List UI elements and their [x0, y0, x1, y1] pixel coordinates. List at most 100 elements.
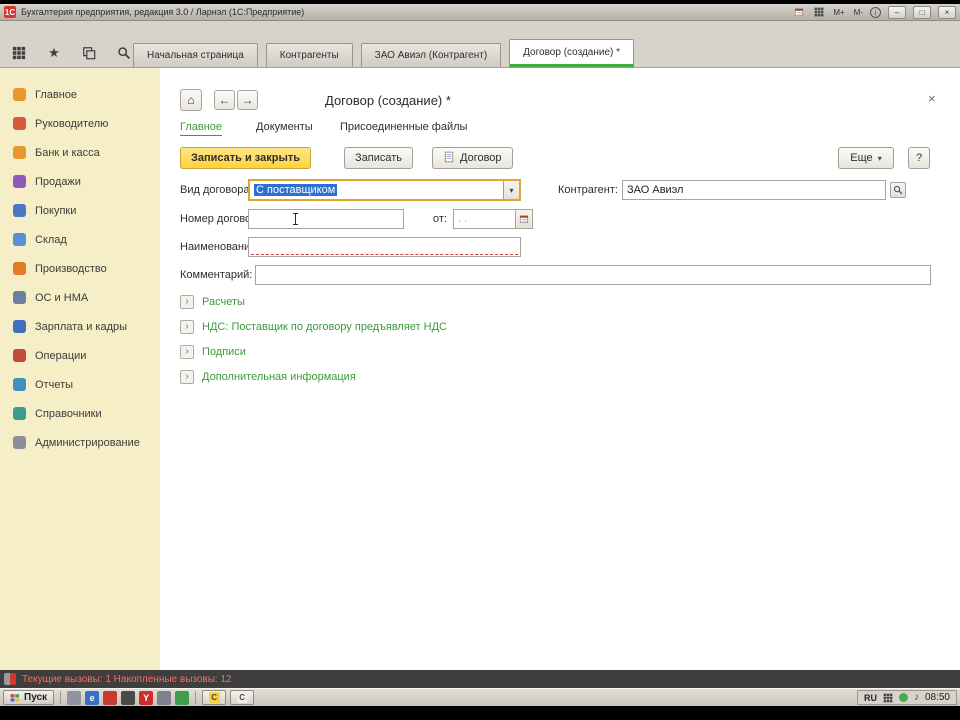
contract-button[interactable]: Договор: [432, 147, 513, 169]
main-menu-icon[interactable]: [8, 44, 30, 62]
start-button[interactable]: Пуск: [3, 690, 55, 705]
memory-plus-button[interactable]: M+: [831, 8, 846, 17]
tab-strip: ★ Начальная страница Контрагенты ЗАО Ави…: [0, 21, 960, 68]
administration-section-icon: [13, 436, 26, 449]
directories-section-icon: [13, 407, 26, 420]
home-button[interactable]: ⌂: [180, 89, 202, 111]
calculator-icon[interactable]: [811, 6, 826, 19]
sidebar-item-otchety[interactable]: Отчеты: [0, 370, 160, 399]
contract-kind-field[interactable]: С поставщиком ▾: [248, 179, 521, 201]
formtab-glavnoe[interactable]: Главное: [180, 121, 223, 136]
sidebar-item-sklad[interactable]: Склад: [0, 225, 160, 254]
section-raschety[interactable]: › Расчеты: [180, 295, 245, 309]
section-podpisi[interactable]: › Подписи: [180, 345, 246, 359]
section-label[interactable]: НДС: Поставщик по договору предъявляет Н…: [202, 321, 447, 333]
quicklaunch-app-icon[interactable]: [175, 690, 190, 705]
home-section-icon: [13, 88, 26, 101]
tab-kontragenty[interactable]: Контрагенты: [265, 43, 353, 67]
performance-statusbar: Текущие вызовы: 1 Накопленные вызовы: 12: [0, 670, 960, 688]
sidebar-item-zarplata-i-kadry[interactable]: Зарплата и кадры: [0, 312, 160, 341]
section-label[interactable]: Расчеты: [202, 296, 245, 308]
contract-date-input[interactable]: . .: [453, 209, 533, 229]
counterparty-open-button[interactable]: [890, 182, 906, 198]
minimize-button[interactable]: –: [888, 5, 906, 19]
contract-label: Договор: [460, 152, 502, 164]
sections-sidebar: Главное Руководителю Банк и касса Продаж…: [0, 68, 160, 670]
sidebar-item-administrirovanie[interactable]: Администрирование: [0, 428, 160, 457]
clock: 08:50: [924, 692, 950, 703]
search-icon[interactable]: [113, 44, 135, 62]
more-button[interactable]: Еще ▾: [838, 147, 894, 169]
volume-icon[interactable]: ♪: [914, 692, 919, 703]
forward-button[interactable]: →: [237, 90, 258, 110]
sales-section-icon: [13, 175, 26, 188]
tab-dogovor-sozdanie[interactable]: Договор (создание) *: [509, 39, 635, 67]
expand-arrow-icon[interactable]: ›: [180, 295, 194, 309]
sidebar-item-label: Администрирование: [35, 436, 140, 449]
sidebar-item-label: Зарплата и кадры: [35, 320, 128, 333]
favorites-star-icon[interactable]: ★: [43, 44, 65, 62]
contract-number-input[interactable]: [248, 209, 404, 229]
performance-text: Текущие вызовы: 1 Накопленные вызовы: 12: [22, 673, 232, 685]
chevron-down-icon[interactable]: ▾: [503, 181, 519, 199]
expand-arrow-icon[interactable]: ›: [180, 345, 194, 359]
quicklaunch-app-icon[interactable]: Y: [139, 690, 154, 705]
quicklaunch-app-icon[interactable]: [67, 690, 82, 705]
quicklaunch-app-icon[interactable]: e: [85, 690, 100, 705]
sidebar-item-glavnoe[interactable]: Главное: [0, 80, 160, 109]
keyboard-icon[interactable]: [883, 693, 893, 703]
section-dop-info[interactable]: › Дополнительная информация: [180, 370, 356, 384]
sidebar-item-rukovoditelyu[interactable]: Руководителю: [0, 109, 160, 138]
memory-minus-button[interactable]: M-: [852, 8, 865, 17]
taskbar-divider: [195, 691, 197, 704]
save-and-close-button[interactable]: Записать и закрыть: [180, 147, 312, 169]
sidebar-item-spravochniki[interactable]: Справочники: [0, 399, 160, 428]
section-nds[interactable]: › НДС: Поставщик по договору предъявляет…: [180, 320, 447, 334]
info-icon[interactable]: i: [870, 6, 881, 18]
open-windows-icon[interactable]: [78, 44, 100, 62]
maximize-button[interactable]: □: [913, 5, 931, 19]
name-input[interactable]: [248, 237, 521, 257]
help-label: ?: [915, 152, 923, 164]
comment-input[interactable]: [255, 265, 931, 285]
sidebar-item-label: Покупки: [35, 204, 77, 217]
counterparty-field[interactable]: ЗАО Авиэл: [622, 180, 886, 200]
payroll-section-icon: [13, 320, 26, 333]
close-window-button[interactable]: ×: [938, 5, 956, 19]
expand-arrow-icon[interactable]: ›: [180, 320, 194, 334]
formtab-prisoedinennye-fayly[interactable]: Присоединенные файлы: [340, 121, 467, 133]
formtab-dokumenty[interactable]: Документы: [256, 121, 313, 133]
text-cursor: [293, 213, 298, 225]
sidebar-item-os-i-nma[interactable]: ОС и НМА: [0, 283, 160, 312]
sidebar-item-proizvodstvo[interactable]: Производство: [0, 254, 160, 283]
1c-window-button[interactable]: С: [202, 690, 227, 705]
language-indicator[interactable]: RU: [864, 693, 877, 703]
1c-logo-icon: 1С: [4, 6, 16, 18]
quicklaunch-app-icon[interactable]: [103, 690, 118, 705]
production-section-icon: [13, 262, 26, 275]
system-tray: RU ♪ 08:50: [856, 690, 957, 705]
quicklaunch-app-icon[interactable]: [121, 690, 136, 705]
section-label[interactable]: Подписи: [202, 346, 246, 358]
save-button[interactable]: Записать: [344, 147, 414, 169]
sidebar-item-bank-i-kassa[interactable]: Банк и касса: [0, 138, 160, 167]
calendar-icon[interactable]: [791, 6, 806, 19]
sidebar-item-pokupki[interactable]: Покупки: [0, 196, 160, 225]
date-placeholder: . .: [458, 213, 468, 225]
tab-nachalnaya-stranitsa[interactable]: Начальная страница: [133, 43, 258, 67]
windows-flag-icon: [10, 693, 20, 703]
help-button[interactable]: ?: [908, 147, 930, 169]
back-button[interactable]: ←: [214, 90, 235, 110]
section-label[interactable]: Дополнительная информация: [202, 371, 356, 383]
expand-arrow-icon[interactable]: ›: [180, 370, 194, 384]
quicklaunch-app-icon[interactable]: [157, 690, 172, 705]
1c-window-button[interactable]: С: [230, 690, 255, 705]
1c-app-icon: С: [208, 692, 220, 703]
tab-zao-aviel[interactable]: ЗАО Авиэл (Контрагент): [360, 43, 502, 67]
sidebar-item-operatsii[interactable]: Операции: [0, 341, 160, 370]
performance-indicator-icon: [4, 673, 16, 685]
antivirus-tray-icon[interactable]: [898, 693, 908, 702]
close-form-icon[interactable]: ×: [928, 91, 936, 106]
calendar-picker-icon[interactable]: [515, 210, 532, 228]
sidebar-item-prodazhi[interactable]: Продажи: [0, 167, 160, 196]
